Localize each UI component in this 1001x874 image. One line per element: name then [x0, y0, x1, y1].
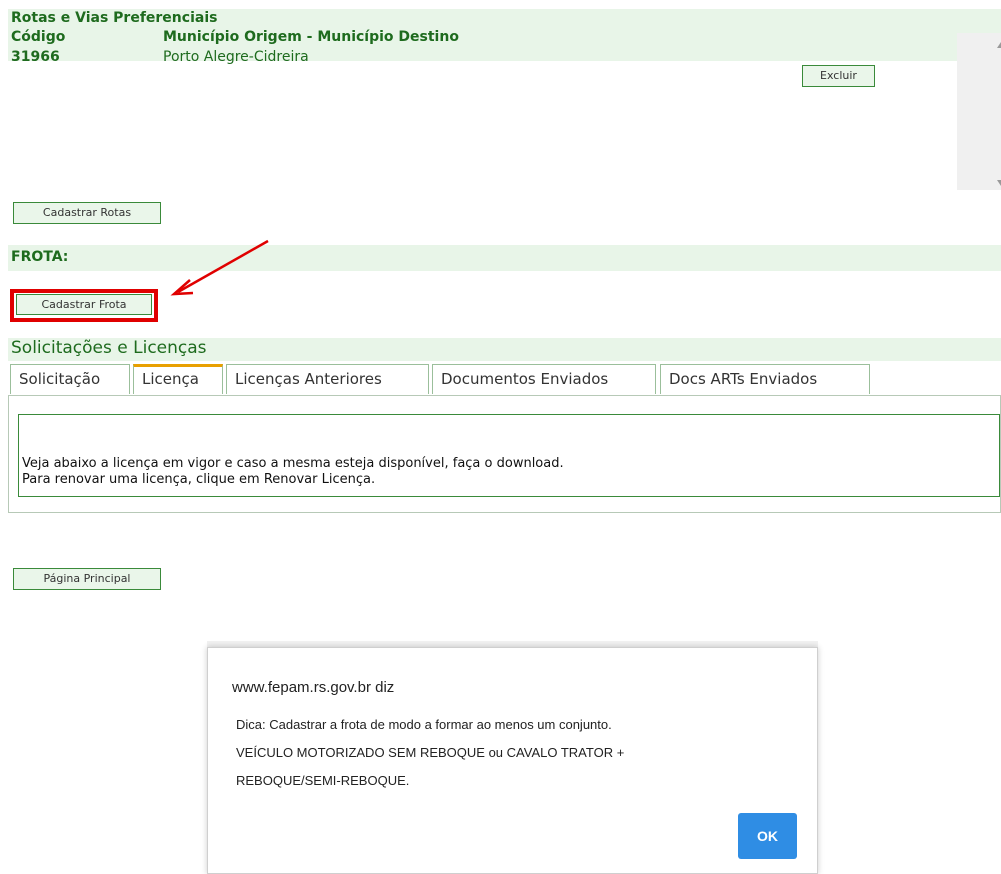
tab-licenca[interactable]: Licença [133, 364, 223, 394]
dialog-message-line: REBOQUE/SEMI-REBOQUE. [236, 773, 410, 788]
register-fleet-button[interactable]: Cadastrar Frota [16, 294, 152, 315]
requests-section-title: Solicitações e Licenças [11, 338, 207, 358]
dialog-message-line: Dica: Cadastrar a frota de modo a formar… [236, 717, 612, 732]
main-page-button[interactable]: Página Principal [13, 568, 161, 590]
tab-documentos-enviados[interactable]: Documentos Enviados [432, 364, 656, 394]
dialog-title: www.fepam.rs.gov.br diz [232, 679, 395, 696]
tab-licencas-anteriores[interactable]: Licenças Anteriores [226, 364, 429, 394]
tab-solicitacao[interactable]: Solicitação [10, 364, 130, 394]
license-message-line: Para renovar uma licença, clique em Reno… [22, 472, 376, 487]
tab-docs-arts-enviados[interactable]: Docs ARTs Enviados [660, 364, 870, 394]
dialog-ok-button[interactable]: OK [738, 813, 797, 859]
dialog-message-line: VEÍCULO MOTORIZADO SEM REBOQUE ou CAVALO… [236, 745, 625, 760]
license-message-line: Veja abaixo a licença em vigor e caso a … [22, 456, 564, 471]
